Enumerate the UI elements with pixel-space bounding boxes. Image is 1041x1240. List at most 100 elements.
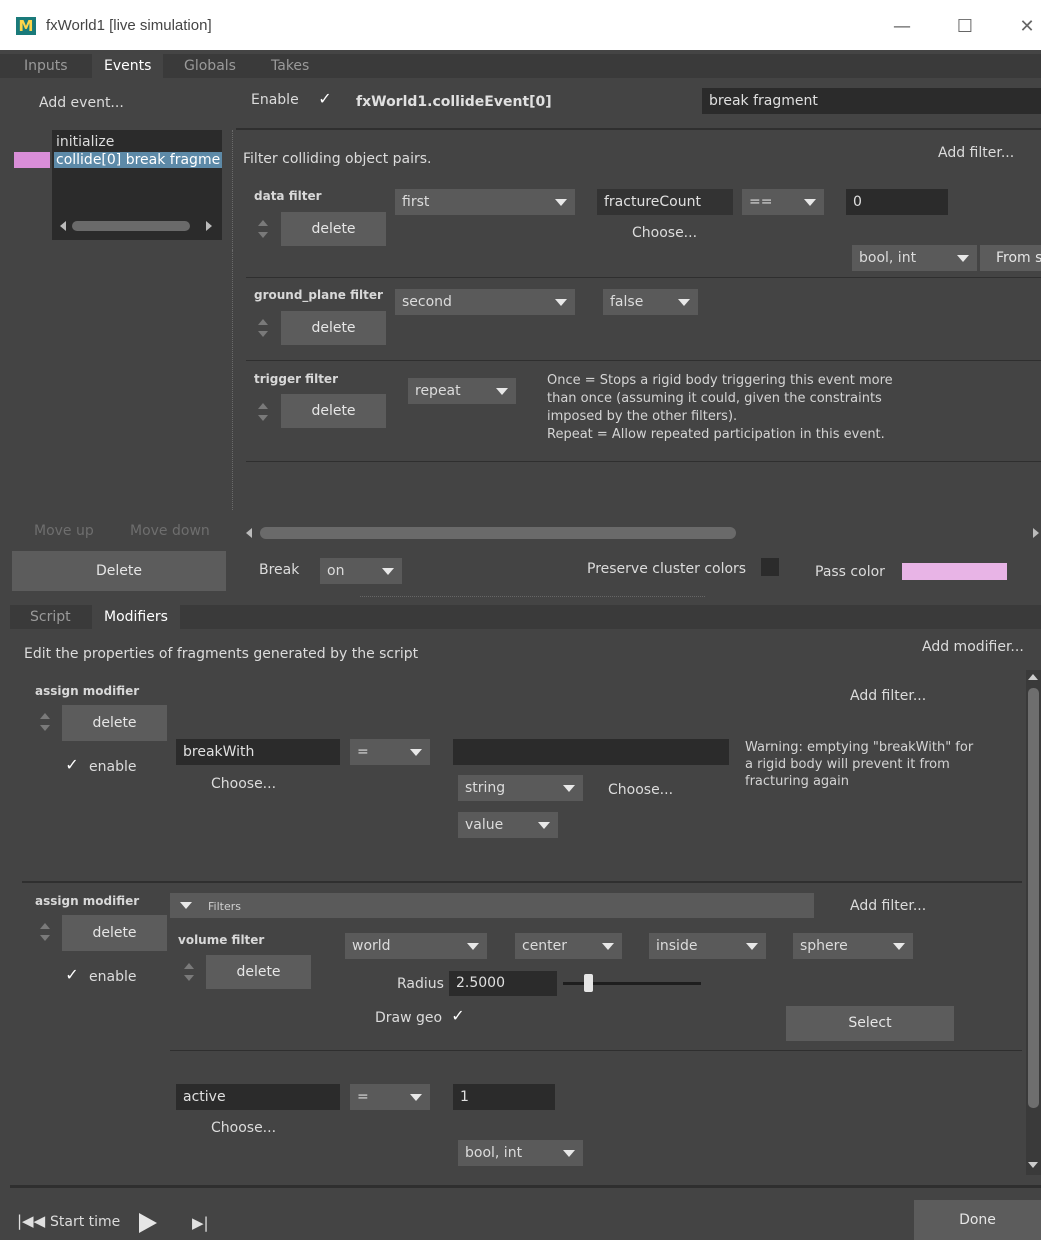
data-filter-attr-field[interactable]: fractureCount	[597, 189, 733, 215]
trigger-mode-dropdown[interactable]: repeat	[408, 378, 516, 404]
ground-filter-value-dropdown[interactable]: false	[603, 289, 698, 315]
chevron-down-icon	[678, 299, 690, 306]
tab-events[interactable]: Events	[92, 54, 164, 78]
pass-color-swatch[interactable]	[902, 563, 1007, 580]
enable-checkbox[interactable]: ✓	[317, 91, 333, 107]
select-button[interactable]: Select	[786, 1006, 954, 1041]
chevron-down-icon	[555, 199, 567, 206]
maximize-icon[interactable]: ☐	[950, 12, 980, 42]
tab-globals[interactable]: Globals	[172, 54, 248, 78]
modifier-2-choose-button[interactable]: Choose...	[211, 1120, 276, 1136]
radius-slider-handle[interactable]	[583, 974, 593, 992]
modifier-2-attr-field[interactable]: active	[176, 1084, 340, 1110]
data-filter-value-field[interactable]: 0	[846, 189, 948, 215]
data-filter-delete-button[interactable]: delete	[281, 212, 386, 246]
scroll-thumb[interactable]	[260, 527, 736, 539]
scroll-up-icon[interactable]	[1028, 674, 1038, 680]
scroll-left-icon[interactable]	[60, 221, 66, 231]
data-filter-reorder-icon[interactable]	[256, 218, 270, 242]
start-time-label: Start time	[50, 1214, 121, 1230]
tab-modifiers[interactable]: Modifiers	[92, 605, 180, 629]
ground-filter-which-dropdown[interactable]: second	[395, 289, 575, 315]
divider	[246, 360, 1041, 361]
radius-field[interactable]: 2.5000	[449, 971, 557, 996]
pass-color-label: Pass color	[815, 564, 885, 580]
modifier-1-mode-dropdown[interactable]: value	[458, 812, 558, 838]
divider	[170, 1050, 1022, 1051]
from-selection-button[interactable]: From s	[980, 245, 1041, 271]
volume-test-dropdown[interactable]: inside	[649, 933, 766, 959]
filters-header[interactable]: Filters	[170, 893, 814, 918]
chevron-down-icon	[467, 943, 479, 950]
modifier-1-add-filter-button[interactable]: Add filter...	[850, 688, 926, 704]
play-icon[interactable]	[139, 1213, 157, 1233]
move-down-button[interactable]: Move down	[130, 523, 210, 539]
modifier-1-enable-label: enable	[89, 759, 137, 775]
volume-filter-delete-button[interactable]: delete	[206, 955, 311, 989]
volume-space-dropdown[interactable]: world	[345, 933, 487, 959]
modifier-1-choose-value-button[interactable]: Choose...	[608, 782, 673, 798]
delete-event-button[interactable]: Delete	[12, 551, 226, 591]
tab-inputs[interactable]: Inputs	[12, 54, 80, 78]
data-filter-op-dropdown[interactable]: ==	[742, 189, 824, 215]
collapse-chevron-icon[interactable]	[180, 902, 192, 909]
trigger-filter-reorder-icon[interactable]	[256, 401, 270, 425]
scroll-thumb[interactable]	[1028, 688, 1039, 1108]
volume-shape-dropdown[interactable]: sphere	[793, 933, 913, 959]
event-color-swatch	[14, 152, 50, 168]
event-name-field[interactable]: break fragment	[702, 88, 1041, 114]
modifier-1-value-field[interactable]	[453, 739, 729, 765]
modifier-2-delete-button[interactable]: delete	[62, 915, 167, 951]
modifier-1-enable-checkbox[interactable]: ✓	[64, 757, 80, 773]
step-forward-icon[interactable]: ▶|	[192, 1214, 209, 1232]
modifier-2-op-dropdown[interactable]: =	[350, 1084, 430, 1110]
radius-slider[interactable]	[563, 974, 701, 992]
add-event-button[interactable]: Add event...	[39, 95, 124, 111]
event-list-scrollbar[interactable]	[58, 220, 216, 232]
chevron-down-icon	[538, 822, 550, 829]
modifier-1-type-dropdown[interactable]: string	[458, 775, 583, 801]
scroll-thumb[interactable]	[72, 221, 190, 231]
modifier-1-attr-field[interactable]: breakWith	[176, 739, 340, 765]
tab-takes[interactable]: Takes	[259, 54, 321, 78]
modifier-1-choose-button[interactable]: Choose...	[211, 776, 276, 792]
move-up-button[interactable]: Move up	[34, 523, 94, 539]
break-dropdown[interactable]: on	[320, 558, 402, 584]
add-filter-button[interactable]: Add filter...	[938, 145, 1014, 161]
modifier-2-reorder-icon[interactable]	[38, 921, 52, 945]
modifier-1-delete-button[interactable]: delete	[62, 705, 167, 741]
list-item-collide[interactable]: collide[0] break fragme	[54, 152, 222, 168]
volume-filter-label: volume filter	[178, 933, 265, 947]
scroll-right-icon[interactable]	[206, 221, 212, 231]
modifier-2-type-dropdown[interactable]: bool, int	[458, 1140, 583, 1166]
volume-filter-reorder-icon[interactable]	[182, 961, 196, 985]
scroll-right-icon[interactable]	[1033, 528, 1039, 538]
trigger-filter-delete-button[interactable]: delete	[281, 394, 386, 428]
modifier-2-value-field[interactable]: 1	[453, 1084, 555, 1110]
volume-anchor-dropdown[interactable]: center	[515, 933, 622, 959]
modifier-1-reorder-icon[interactable]	[38, 711, 52, 735]
events-hscrollbar[interactable]	[242, 526, 1041, 540]
preserve-colors-checkbox[interactable]	[761, 558, 779, 576]
modifier-1-op-dropdown[interactable]: =	[350, 739, 430, 765]
chevron-down-icon	[555, 299, 567, 306]
minimize-icon[interactable]: —	[887, 12, 917, 42]
go-to-start-icon[interactable]: |◀◀	[17, 1212, 45, 1230]
add-modifier-button[interactable]: Add modifier...	[922, 639, 1024, 655]
modifiers-vscrollbar[interactable]	[1026, 670, 1041, 1175]
draw-geo-checkbox[interactable]: ✓	[450, 1008, 466, 1024]
ground-filter-reorder-icon[interactable]	[256, 317, 270, 341]
data-filter-type-dropdown[interactable]: bool, int	[852, 245, 977, 271]
ground-filter-delete-button[interactable]: delete	[281, 311, 386, 345]
data-filter-choose-button[interactable]: Choose...	[632, 225, 697, 241]
event-list[interactable]: initialize collide[0] break fragme	[52, 130, 222, 240]
scroll-down-icon[interactable]	[1028, 1162, 1038, 1168]
done-button[interactable]: Done	[914, 1200, 1041, 1240]
data-filter-which-dropdown[interactable]: first	[395, 189, 575, 215]
modifier-2-add-filter-button[interactable]: Add filter...	[850, 898, 926, 914]
modifier-2-enable-checkbox[interactable]: ✓	[64, 967, 80, 983]
scroll-left-icon[interactable]	[246, 528, 252, 538]
tab-script[interactable]: Script	[18, 605, 83, 629]
close-icon[interactable]: ✕	[1012, 12, 1041, 42]
list-item-initialize[interactable]: initialize	[56, 134, 114, 150]
